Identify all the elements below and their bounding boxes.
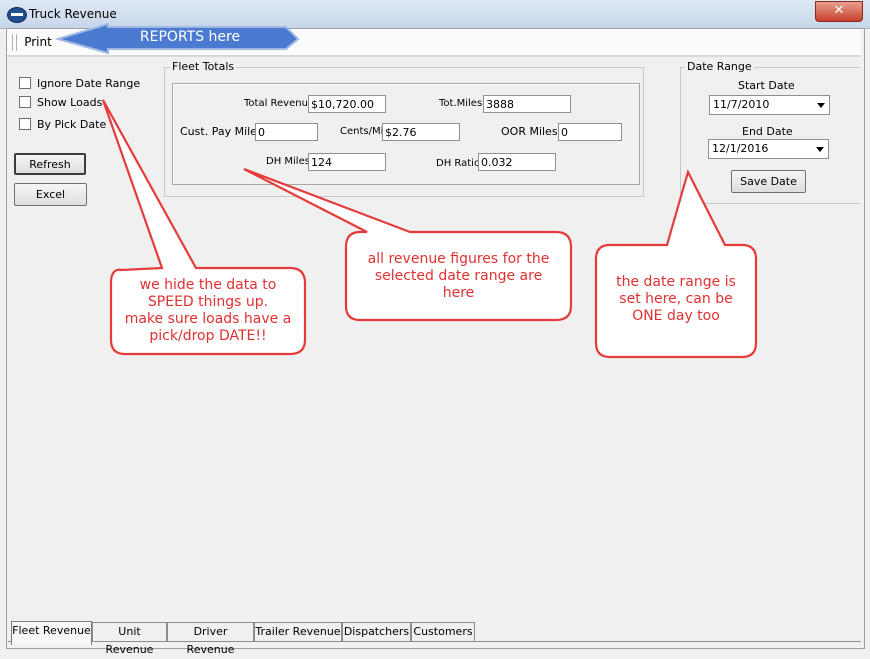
tab-trailer-revenue[interactable]: Trailer Revenue (254, 622, 342, 641)
annotation-line: make sure loads have a (124, 311, 292, 327)
annotation-line: SPEED things up. (147, 294, 269, 310)
annotation-line: we hide the data to (139, 277, 277, 293)
annotation-line: the date range is (616, 274, 736, 290)
annotation-line: pick/drop DATE!! (149, 328, 267, 344)
tab-driver-revenue[interactable]: Driver Revenue (167, 622, 254, 656)
tab-dispatchers[interactable]: Dispatchers (342, 622, 411, 641)
annotation-line: selected date range are (374, 268, 543, 284)
annotation-line: ONE day too (632, 308, 720, 324)
tab-unit-revenue[interactable]: Unit Revenue (92, 622, 167, 656)
revenue-annotation: all revenue figures for the selected dat… (346, 251, 571, 302)
annotation-line: all revenue figures for the (367, 251, 550, 267)
date-range-callout (594, 169, 758, 359)
annotation-line: here (442, 285, 475, 301)
reports-annotation-text: REPORTS here (139, 29, 241, 45)
annotation-line: set here, can be (619, 291, 733, 307)
hide-data-annotation: we hide the data to SPEED things up. mak… (111, 277, 305, 345)
date-range-annotation: the date range is set here, can be ONE d… (596, 274, 756, 325)
tab-customers[interactable]: Customers (411, 622, 475, 641)
tab-fleet-revenue[interactable]: Fleet Revenue (11, 621, 92, 645)
